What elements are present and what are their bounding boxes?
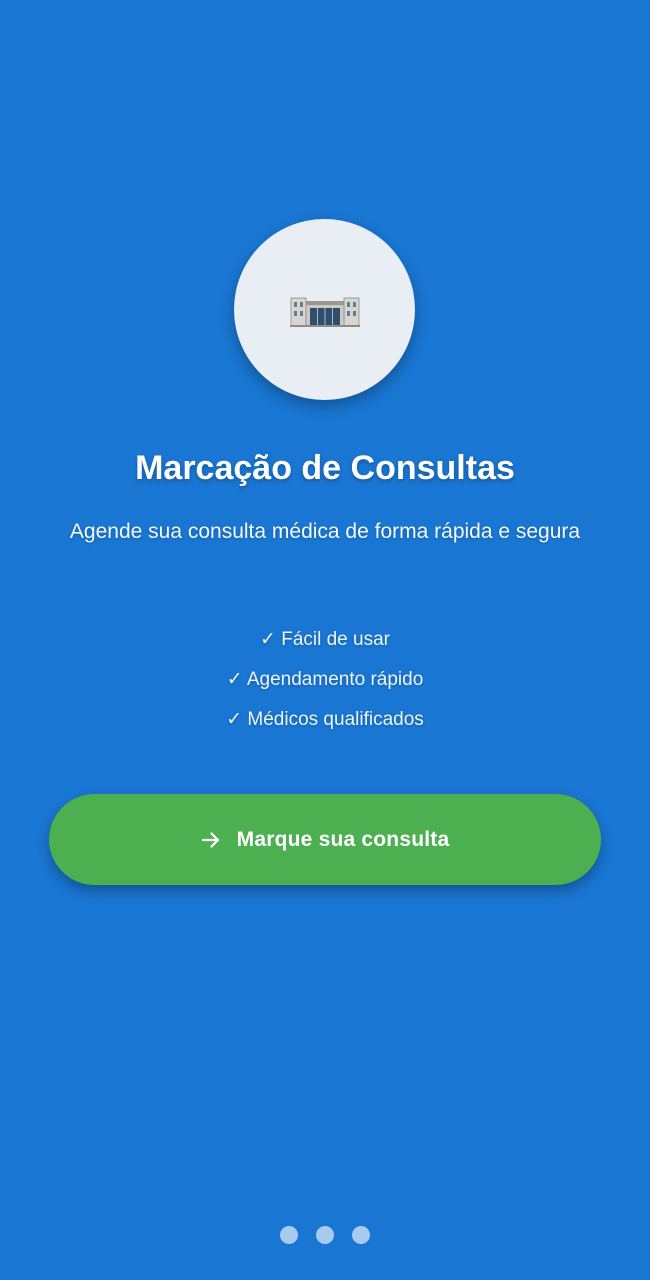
feature-item-doctors: ✓ Médicos qualificados: [226, 709, 424, 730]
page-title: Marcação de Consultas: [135, 449, 515, 487]
page-indicator: [0, 1226, 650, 1244]
page-indicator-dot-3[interactable]: [352, 1226, 370, 1244]
book-appointment-label: Marque sua consulta: [236, 827, 450, 851]
hospital-building-icon: [289, 293, 360, 327]
hero-icon-circle: [234, 219, 415, 400]
feature-item-fast: ✓ Agendamento rápido: [226, 669, 424, 690]
page-indicator-dot-2[interactable]: [316, 1226, 334, 1244]
book-appointment-button[interactable]: Marque sua consulta: [49, 794, 601, 885]
feature-list: ✓ Fácil de usar ✓ Agendamento rápido ✓ M…: [0, 622, 650, 742]
onboarding-screen: Marcação de Consultas Agende sua consult…: [0, 0, 650, 1280]
page-indicator-dot-1[interactable]: [280, 1226, 298, 1244]
feature-item-easy: ✓ Fácil de usar: [260, 629, 390, 650]
arrow-right-icon: [201, 830, 221, 850]
page-subtitle: Agende sua consulta médica de forma rápi…: [69, 520, 581, 543]
